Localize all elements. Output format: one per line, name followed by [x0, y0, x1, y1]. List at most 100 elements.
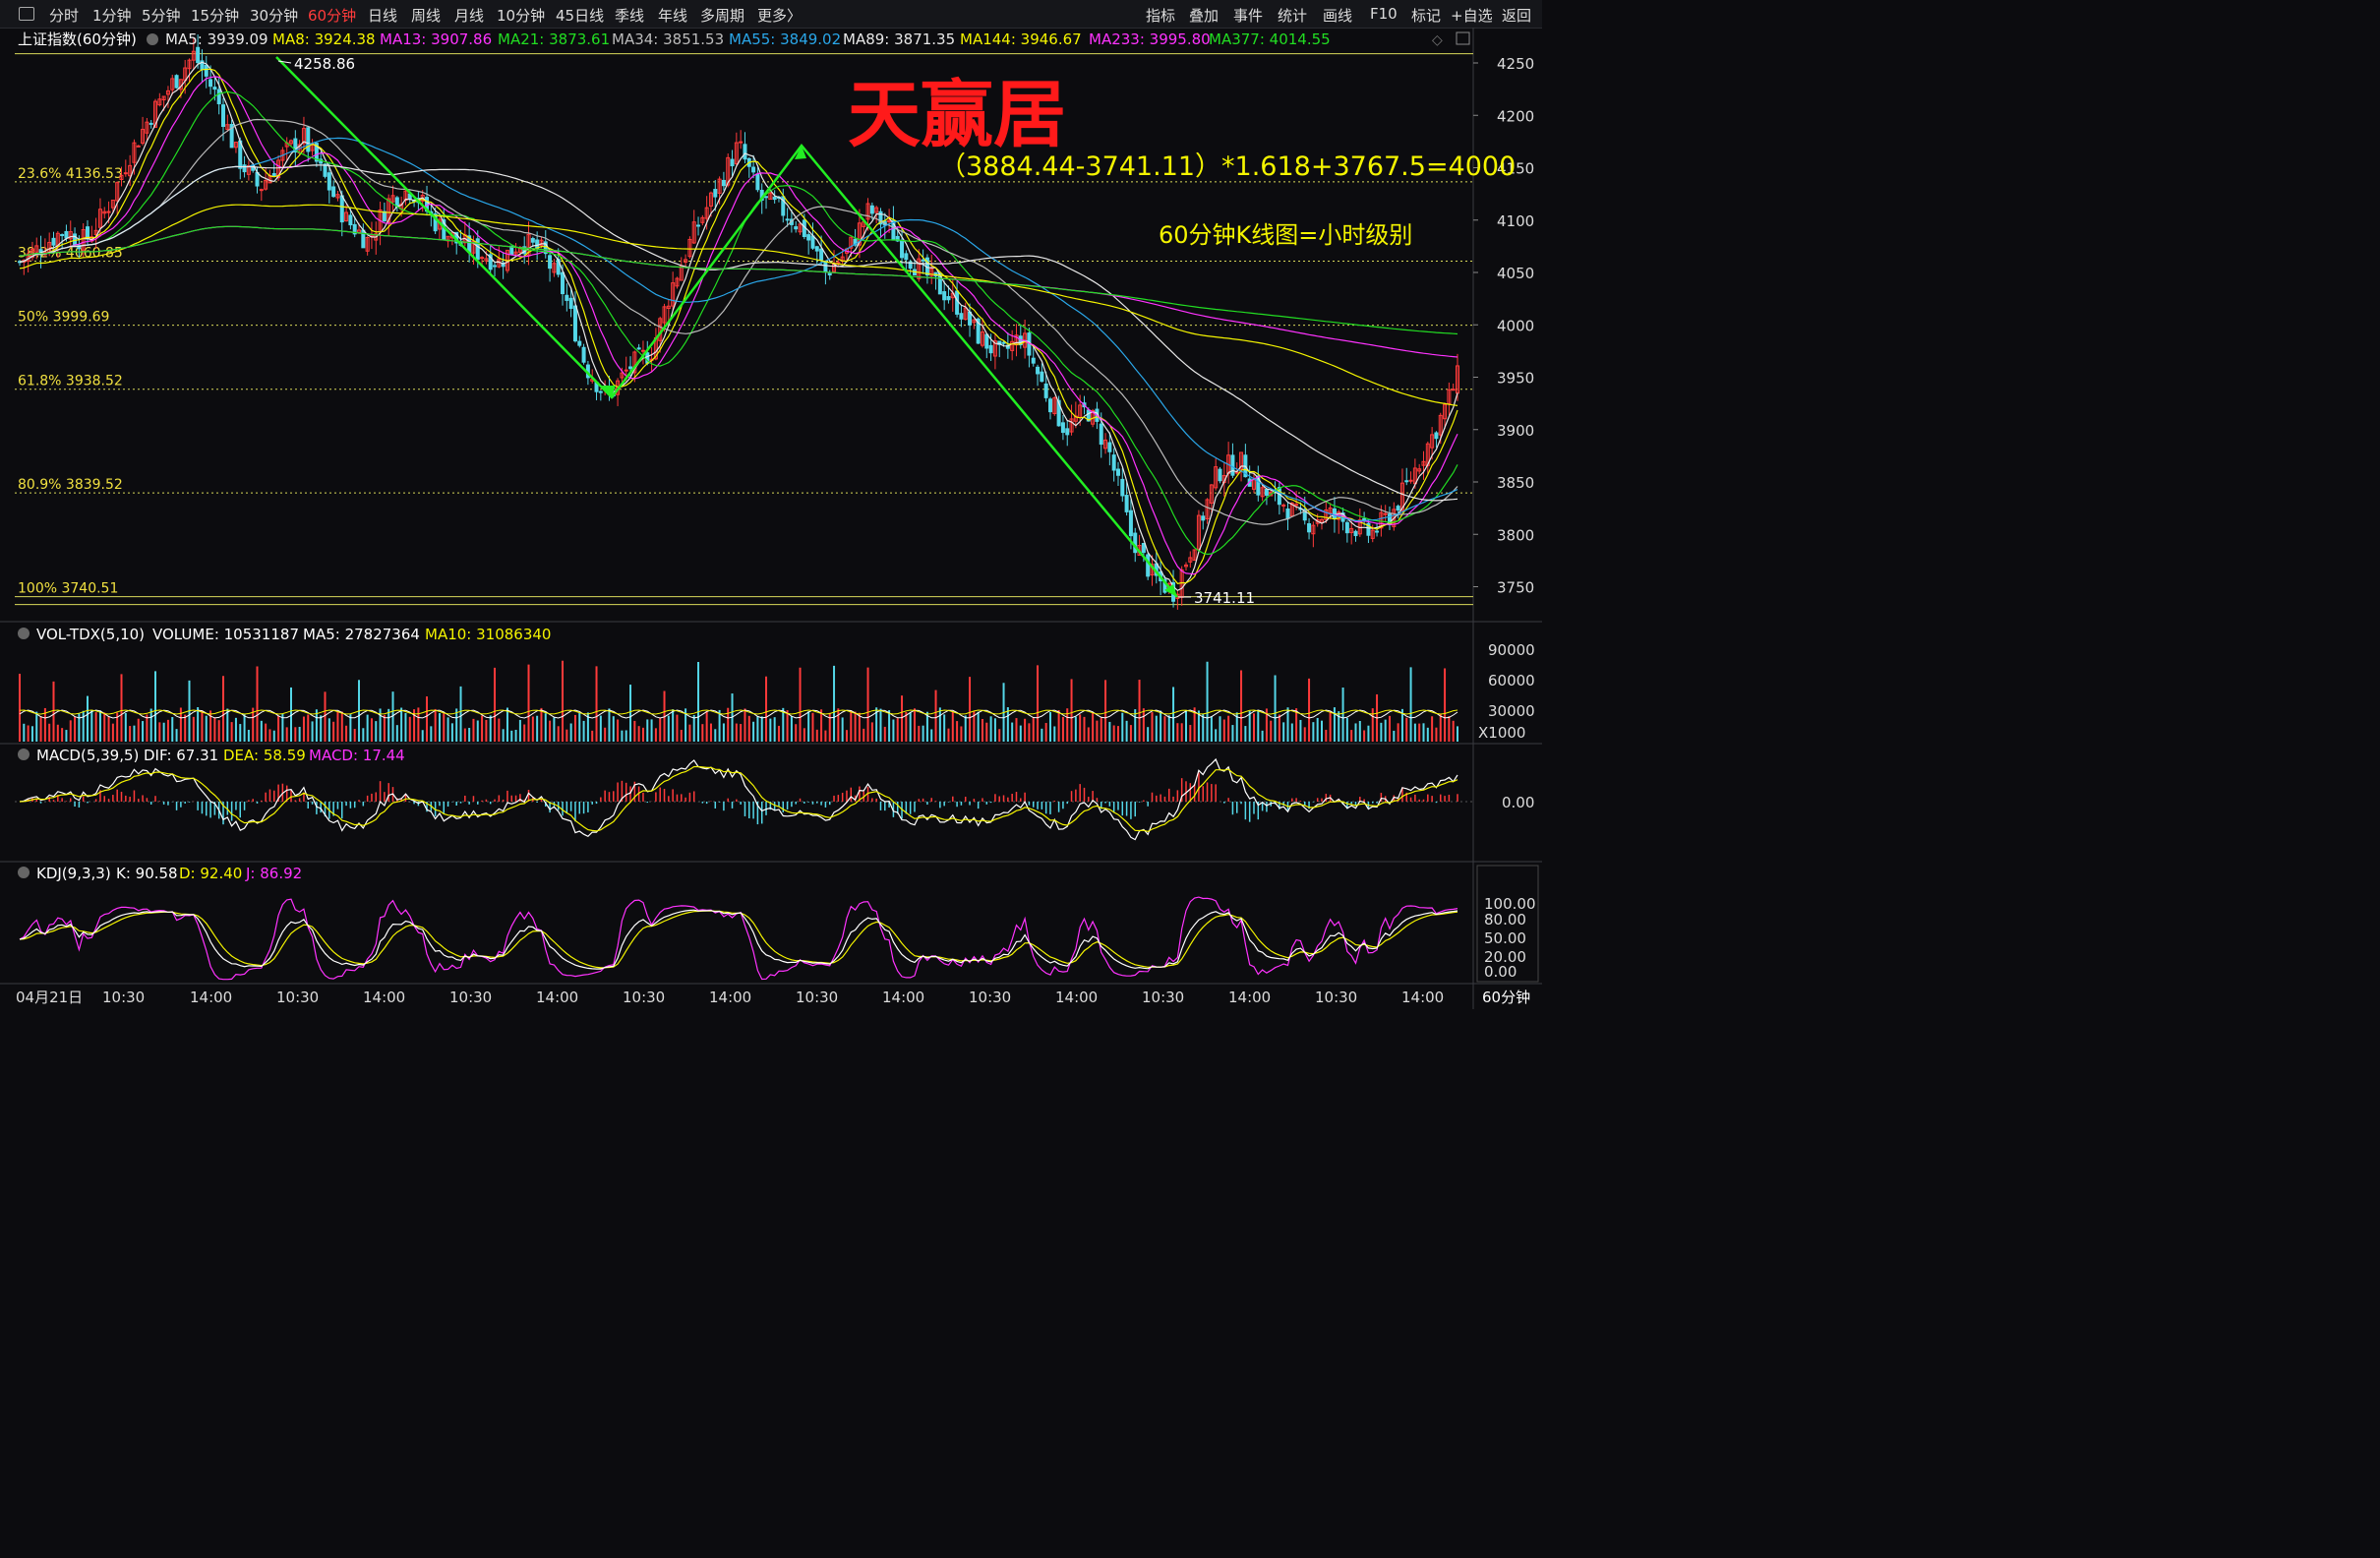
- toolbar-button[interactable]: 返回: [1502, 5, 1531, 26]
- kdj-d: D: 92.40: [179, 865, 242, 882]
- candle-body: [221, 104, 226, 128]
- note-text: 60分钟K线图=小时级别: [1159, 221, 1412, 249]
- candle-body: [1124, 495, 1129, 512]
- x-tick-label: 10:30: [449, 989, 492, 1006]
- candle-body: [713, 189, 718, 198]
- candle-body: [794, 226, 799, 230]
- kdj-title: KDJ(9,3,3): [36, 865, 111, 882]
- period-tab[interactable]: 周线: [411, 5, 441, 26]
- fib-level-label: 80.9% 3839.52: [18, 477, 123, 493]
- toolbar-button[interactable]: 统计: [1278, 5, 1307, 26]
- ma-legend-item: MA8: 3924.38: [272, 30, 376, 48]
- candle-body: [73, 233, 78, 246]
- candle-body: [271, 173, 276, 177]
- candle-body: [696, 224, 701, 227]
- candle-body: [1146, 554, 1151, 577]
- candle-body: [1307, 523, 1312, 533]
- toolbar-button[interactable]: 事件: [1233, 5, 1263, 26]
- volume-ma5: MA5: 27827364: [303, 626, 420, 643]
- period-toolbar: 分时 1分钟 5分钟 15分钟 30分钟 60分钟 日线 周线 月线 10分钟 45日线 季线 年线 多周…: [0, 0, 1542, 29]
- candle-body: [988, 344, 993, 354]
- ma-legend-item: MA377: 4014.55: [1209, 30, 1331, 48]
- candle-body: [208, 79, 213, 88]
- candle-body: [1383, 512, 1388, 515]
- period-tab[interactable]: 月线: [454, 5, 484, 26]
- period-tab[interactable]: 日线: [368, 5, 397, 26]
- fib-level-label: 61.8% 3938.52: [18, 374, 123, 390]
- period-tab[interactable]: 10分钟: [497, 5, 545, 26]
- period-tab[interactable]: 更多〉: [757, 5, 802, 26]
- fib-level-label: 50% 3999.69: [18, 310, 109, 326]
- y-tick-label: 3950: [1497, 370, 1534, 388]
- chart-title: 上证指数(60分钟): [18, 30, 137, 48]
- y-tick-label: 3800: [1497, 526, 1534, 544]
- candle-body: [823, 261, 828, 272]
- candle-body: [149, 122, 153, 125]
- y-tick-label: 50.00: [1484, 929, 1526, 947]
- period-tab[interactable]: 15分钟: [191, 5, 239, 26]
- ma-legend-item: MA34: 3851.53: [612, 30, 724, 48]
- toolbar-button[interactable]: 标记: [1411, 5, 1441, 26]
- candle-body: [339, 195, 344, 223]
- fib-level-label: 23.6% 4136.53: [18, 166, 123, 182]
- candle-body: [1404, 480, 1409, 483]
- x-tick-label: 14:00: [1055, 989, 1098, 1006]
- candle-body: [255, 171, 260, 187]
- candle-body: [810, 235, 815, 249]
- toolbar-button[interactable]: 画线: [1323, 5, 1352, 26]
- candle-body: [1099, 423, 1103, 446]
- ma-legend-item: MA55: 3849.02: [729, 30, 841, 48]
- y-tick-label: 4100: [1497, 212, 1534, 230]
- diamond-icon: ◇: [1432, 32, 1443, 48]
- volume-unit: X1000: [1478, 724, 1525, 742]
- y-tick-label: 4250: [1497, 55, 1534, 73]
- candle-body: [814, 246, 819, 252]
- candle-body: [730, 158, 735, 167]
- period-tab[interactable]: 5分钟: [142, 5, 181, 26]
- toggle-panel-icon[interactable]: [19, 7, 34, 21]
- candle-body: [628, 366, 633, 370]
- period-tab[interactable]: 45日线: [556, 5, 604, 26]
- candle-body: [1111, 454, 1116, 471]
- toolbar-button[interactable]: +自选: [1451, 5, 1493, 26]
- x-tick-label: 14:00: [1401, 989, 1444, 1006]
- settings-icon: [18, 628, 30, 639]
- candle-body: [1396, 506, 1400, 510]
- toolbar-button[interactable]: F10: [1370, 5, 1398, 23]
- settings-icon: [18, 867, 30, 878]
- macd-value: MACD: 17.44: [309, 747, 405, 764]
- candle-body: [1120, 478, 1125, 497]
- candle-body: [755, 173, 760, 191]
- candle-body: [904, 253, 909, 261]
- settings-icon: [147, 33, 158, 45]
- ma-legend-item: MA233: 3995.80: [1089, 30, 1211, 48]
- toolbar-button[interactable]: 叠加: [1189, 5, 1219, 26]
- period-tab[interactable]: 60分钟: [308, 5, 356, 26]
- candle-body: [1128, 509, 1133, 537]
- candle-body: [1001, 341, 1006, 344]
- x-tick-label: 14:00: [536, 989, 578, 1006]
- candle-body: [1218, 468, 1222, 482]
- period-tab[interactable]: 多周期: [700, 5, 744, 26]
- ma-line: [19, 68, 1458, 584]
- period-tab[interactable]: 季线: [615, 5, 644, 26]
- macd-dif-line: [19, 757, 1458, 841]
- candle-body: [751, 166, 756, 173]
- high-label: 4258.86: [294, 55, 355, 73]
- period-tab[interactable]: 分时: [49, 5, 79, 26]
- toolbar-button[interactable]: 指标: [1146, 5, 1175, 26]
- candle-body: [204, 64, 208, 77]
- period-tab[interactable]: 年线: [658, 5, 687, 26]
- x-tick-label: 10:30: [796, 989, 838, 1006]
- y-tick-label: 4200: [1497, 107, 1534, 125]
- x-tick-label: 14:00: [1228, 989, 1271, 1006]
- volume-value: VOLUME: 10531187: [152, 626, 299, 643]
- x-tick-label: 10:30: [276, 989, 319, 1006]
- panel-toggle-icon: [1456, 31, 1470, 45]
- period-tab[interactable]: 1分钟: [92, 5, 132, 26]
- candle-body: [561, 271, 565, 295]
- candle-body: [739, 141, 744, 144]
- period-tab[interactable]: 30分钟: [250, 5, 298, 26]
- x-tick-label: 14:00: [709, 989, 751, 1006]
- macd-dif: DIF: 67.31: [144, 747, 218, 764]
